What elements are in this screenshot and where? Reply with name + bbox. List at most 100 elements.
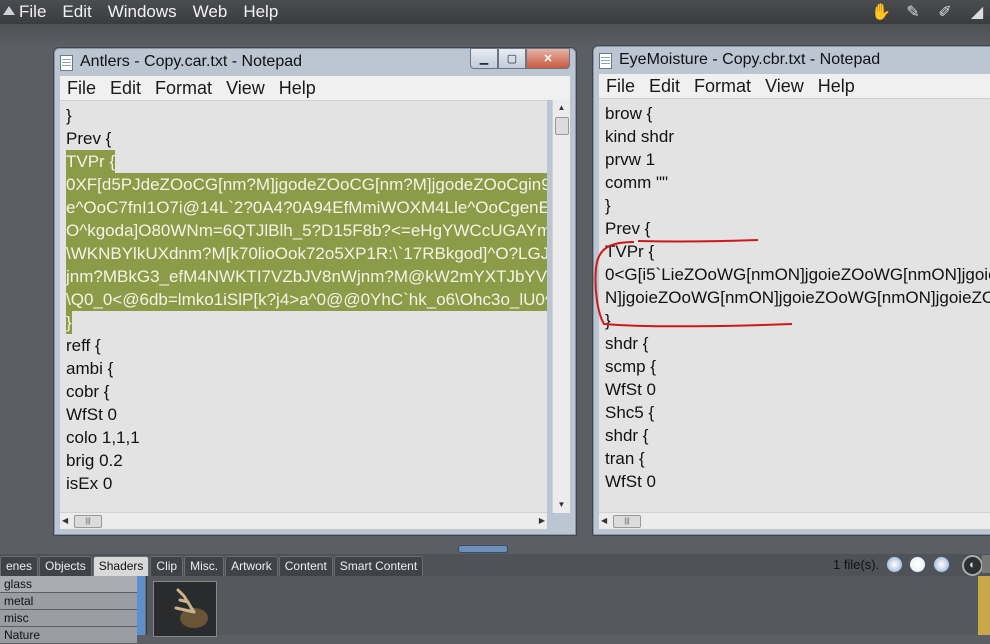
text-line: O^kgoda]O80WNm=6QTJlBlh_5?D15F8b?<=eHgYW… bbox=[66, 219, 547, 242]
minimize-button[interactable]: ▁ bbox=[470, 48, 498, 69]
thumbnail-scrollbar[interactable] bbox=[978, 576, 990, 635]
horizontal-scrollbar[interactable]: ◀ ||| bbox=[599, 512, 990, 529]
app-menu-edit[interactable]: Edit bbox=[62, 2, 91, 22]
menu-file[interactable]: File bbox=[67, 78, 96, 99]
tab-content[interactable]: Content bbox=[278, 556, 333, 576]
tab-shaders[interactable]: Shaders bbox=[92, 556, 150, 576]
menu-format[interactable]: Format bbox=[694, 76, 751, 97]
top-toolbar: ✋ ✎ ✐ ◢ bbox=[868, 0, 990, 24]
text-line-content: brow { bbox=[605, 104, 653, 123]
text-line-content: reff { bbox=[66, 336, 101, 355]
scroll-down-icon[interactable]: ▼ bbox=[553, 497, 570, 513]
scroll-left-icon[interactable]: ◀ bbox=[601, 513, 607, 529]
tab-misc[interactable]: Misc. bbox=[184, 556, 225, 576]
tab-smart-content[interactable]: Smart Content bbox=[333, 556, 424, 576]
menu-edit[interactable]: Edit bbox=[110, 78, 141, 99]
view-mode-2-icon[interactable] bbox=[909, 556, 926, 573]
text-line: colo 1,1,1 bbox=[66, 426, 547, 449]
view-mode-1-icon[interactable] bbox=[886, 556, 903, 573]
window-title: EyeMoisture - Copy.cbr.txt - Notepad bbox=[619, 51, 881, 68]
text-line: cobr { bbox=[66, 380, 547, 403]
text-line: Prev { bbox=[66, 127, 547, 150]
text-line: tran { bbox=[605, 447, 990, 470]
tab-enes[interactable]: enes bbox=[0, 556, 39, 576]
scroll-left-icon[interactable]: ◀ bbox=[62, 513, 68, 529]
panel-splitter-handle[interactable] bbox=[458, 545, 508, 553]
library-tab-bar: enes Objects Shaders Clip Misc. Artwork Conten… bbox=[0, 554, 990, 576]
text-line-content: colo 1,1,1 bbox=[66, 428, 140, 447]
panel-corner bbox=[982, 555, 990, 573]
maximize-button[interactable]: ▢ bbox=[498, 48, 526, 69]
text-line-content: Shc5 { bbox=[605, 403, 655, 422]
library-folder-item[interactable]: metal bbox=[0, 593, 137, 610]
hscroll-thumb[interactable]: ||| bbox=[613, 515, 641, 528]
text-line: 0XF[d5PJdeZOoCG[nm?M]jgodeZOoCG[nm?M]jgo… bbox=[66, 173, 547, 196]
hscroll-thumb[interactable]: ||| bbox=[74, 515, 102, 528]
hand-icon[interactable]: ✋ bbox=[868, 2, 894, 22]
vertical-scrollbar[interactable]: ▲ ▼ bbox=[552, 100, 570, 513]
antlers-thumbnail[interactable] bbox=[153, 581, 217, 637]
menu-view[interactable]: View bbox=[765, 76, 804, 97]
library-folder-item[interactable]: misc bbox=[0, 610, 137, 627]
window-title: Antlers - Copy.car.txt - Notepad bbox=[80, 53, 303, 70]
tool-icon[interactable]: ◢ bbox=[964, 2, 990, 22]
text-line: \Q0_0<@6db=lmko1iSlP[k?j4>a^0@@0YhC`hk_o… bbox=[66, 288, 547, 311]
text-line-content: cobr { bbox=[66, 382, 110, 401]
text-line: brow { bbox=[605, 102, 990, 125]
text-area[interactable]: } Prev {TVPr {0XF[d5PJdeZOoCG[nm?M]jgodeZ… bbox=[60, 100, 547, 513]
text-line-content: \WKNBYlkUXdnm?M[k70lioOok72o5XP1R:\`17RB… bbox=[66, 242, 547, 265]
menu-help[interactable]: Help bbox=[279, 78, 316, 99]
text-line: reff { bbox=[66, 334, 547, 357]
text-line-content: O^kgoda]O80WNm=6QTJlBlh_5?D15F8b?<=eHgYW… bbox=[66, 219, 547, 242]
options-icon[interactable]: ◐ bbox=[962, 555, 983, 576]
text-line: e^OoC7fnI1O7i@14L`2?0A4?0A94EfMmiWOXM4Ll… bbox=[66, 196, 547, 219]
menu-help[interactable]: Help bbox=[818, 76, 855, 97]
tab-artwork[interactable]: Artwork bbox=[225, 556, 278, 576]
pen-icon[interactable]: ✐ bbox=[932, 2, 958, 22]
file-count: 1 file(s). bbox=[833, 557, 880, 572]
scroll-up-icon[interactable]: ▲ bbox=[553, 100, 570, 116]
menu-format[interactable]: Format bbox=[155, 78, 212, 99]
workspace-shade bbox=[0, 24, 990, 46]
text-line-content: 0XF[d5PJdeZOoCG[nm?M]jgodeZOoCG[nm?M]jgo… bbox=[66, 173, 547, 196]
text-line-content: \Q0_0<@6db=lmko1iSlP[k?j4>a^0@@0YhC`hk_o… bbox=[66, 288, 547, 311]
notepad-doc-icon bbox=[60, 55, 73, 71]
text-line-content: WfSt 0 bbox=[66, 405, 118, 424]
red-annotation-scribble bbox=[594, 239, 793, 328]
text-line-content: } bbox=[66, 311, 72, 334]
text-line: } bbox=[605, 194, 990, 217]
notepad-window-antlers[interactable]: Antlers - Copy.car.txt - Notepad ▁ ▢ ✕ F… bbox=[53, 47, 577, 536]
app-menu-file[interactable]: File bbox=[19, 2, 46, 22]
title-bar[interactable]: EyeMoisture - Copy.cbr.txt - Notepad bbox=[593, 46, 990, 74]
app-menu-web[interactable]: Web bbox=[193, 2, 228, 22]
menu-view[interactable]: View bbox=[226, 78, 265, 99]
view-mode-3-icon[interactable] bbox=[933, 556, 950, 573]
app-menu-help[interactable]: Help bbox=[243, 2, 278, 22]
bone-icon[interactable]: ✎ bbox=[900, 2, 926, 22]
tab-objects[interactable]: Objects bbox=[39, 556, 92, 576]
app-menu-windows[interactable]: Windows bbox=[108, 2, 177, 22]
text-line: WfSt 0 bbox=[605, 470, 990, 493]
library-folder-item[interactable]: Nature bbox=[0, 627, 137, 644]
scroll-thumb[interactable] bbox=[555, 117, 569, 135]
close-button[interactable]: ✕ bbox=[526, 48, 570, 69]
text-line-content: prvw 1 bbox=[605, 150, 656, 169]
text-line: scmp { bbox=[605, 355, 990, 378]
text-line-content: isEx 0 bbox=[66, 474, 113, 493]
text-line: WfSt 0 bbox=[605, 378, 990, 401]
library-folder-item[interactable]: glass bbox=[0, 576, 137, 593]
text-line-content: ambi { bbox=[66, 359, 114, 378]
app-menu: File Edit Windows Web Help bbox=[19, 2, 294, 22]
antlers-preview-icon bbox=[174, 588, 208, 628]
title-bar[interactable]: Antlers - Copy.car.txt - Notepad ▁ ▢ ✕ bbox=[54, 48, 576, 76]
horizontal-scrollbar[interactable]: ◀ ||| ▶ bbox=[60, 512, 547, 529]
text-line: kind shdr bbox=[605, 125, 990, 148]
folder-list-scrollbar[interactable] bbox=[137, 576, 145, 635]
text-line-content: jnm?MBkG3_efM4NWKTI7VZbJV8nWjnm?M@kW2mYX… bbox=[66, 265, 547, 288]
menu-file[interactable]: File bbox=[606, 76, 635, 97]
tab-clip[interactable]: Clip bbox=[150, 556, 184, 576]
scroll-right-icon[interactable]: ▶ bbox=[539, 513, 545, 529]
text-line-content: comm "" bbox=[605, 173, 669, 192]
text-line-content: } bbox=[605, 196, 611, 215]
menu-edit[interactable]: Edit bbox=[649, 76, 680, 97]
